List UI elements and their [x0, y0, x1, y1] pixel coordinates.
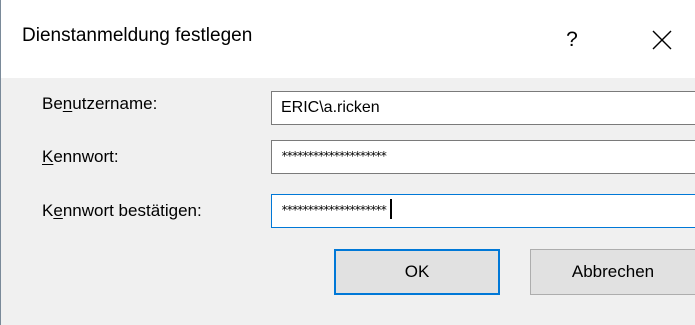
service-logon-dialog: Dienstanmeldung festlegen ? Benutzername… — [0, 0, 695, 325]
title-bar[interactable]: Dienstanmeldung festlegen ? — [1, 0, 695, 78]
text-caret — [389, 198, 392, 219]
username-value: ERIC\a.ricken — [281, 99, 380, 116]
help-button[interactable]: ? — [552, 20, 592, 60]
confirm-password-label: Kennwort bestätigen: — [42, 201, 202, 220]
confirm-password-field[interactable]: ******************** — [271, 194, 695, 228]
password-label: Kennwort: — [42, 147, 119, 166]
dialog-title: Dienstanmeldung festlegen — [22, 25, 253, 46]
username-label: Benutzername: — [42, 94, 158, 113]
close-button[interactable] — [641, 18, 685, 62]
password-field[interactable]: ******************** — [271, 140, 695, 174]
password-value: ******************** — [281, 149, 387, 163]
confirm-password-value: ******************** — [281, 203, 387, 217]
close-icon — [652, 30, 672, 50]
ok-button[interactable]: OK — [334, 249, 500, 295]
username-field[interactable]: ERIC\a.ricken — [271, 91, 695, 125]
cancel-button[interactable]: Abbrechen — [530, 249, 695, 295]
